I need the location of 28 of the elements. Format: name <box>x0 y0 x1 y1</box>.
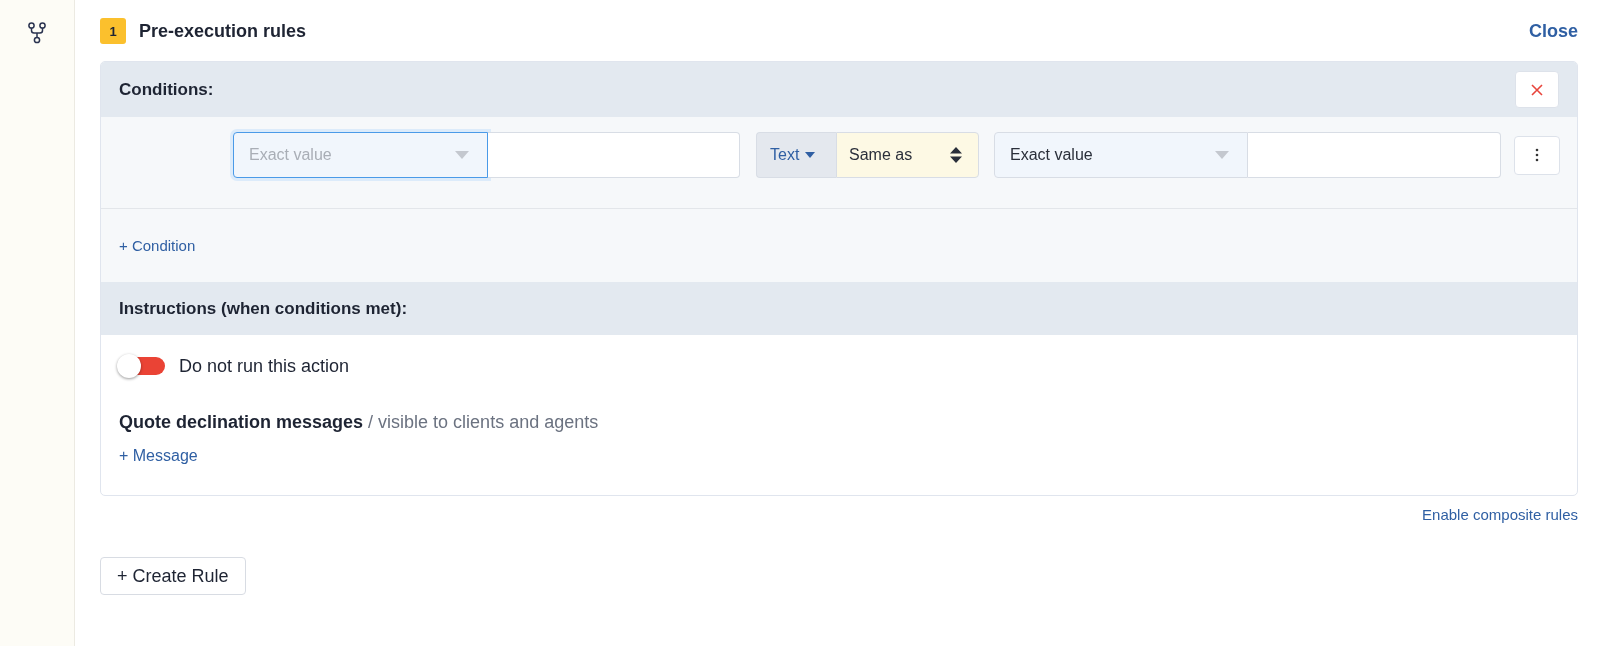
input-field[interactable] <box>1248 132 1501 178</box>
value-select[interactable]: Exact value <box>994 132 1248 178</box>
conditions-title: Conditions: <box>119 79 214 100</box>
rule-title: Pre-execution rules <box>139 20 307 42</box>
rule-number-badge: 1 <box>100 18 126 44</box>
messages-title: Quote declination messages <box>119 412 364 432</box>
type-dropdown[interactable]: Text <box>756 132 836 178</box>
add-condition-link[interactable]: + Condition <box>119 237 196 254</box>
more-icon <box>1535 148 1539 162</box>
enable-composite-rules-link[interactable]: Enable composite rules <box>1422 506 1578 523</box>
operator-select[interactable]: Same as <box>836 132 979 178</box>
branch-icon[interactable] <box>28 22 46 44</box>
caret-icon <box>455 151 469 159</box>
sort-icon <box>950 147 962 163</box>
more-button[interactable] <box>1514 135 1560 175</box>
instructions-title: Instructions (when conditions met): <box>119 298 408 319</box>
select-placeholder: Exact value <box>249 146 332 164</box>
messages-note: / visible to clients and agents <box>368 412 599 432</box>
caret-icon <box>1215 151 1229 159</box>
caret-icon <box>805 152 816 158</box>
select-value: Exact value <box>1010 146 1093 164</box>
add-message-link[interactable]: + Message <box>119 447 198 465</box>
close-link[interactable]: Close <box>1528 20 1578 42</box>
create-rule-button[interactable]: + Create Rule <box>100 557 246 595</box>
close-icon <box>1531 83 1543 96</box>
input-field[interactable] <box>488 132 740 178</box>
remove-button[interactable] <box>1515 71 1559 108</box>
toggle-label: Do not run this action <box>179 355 350 377</box>
